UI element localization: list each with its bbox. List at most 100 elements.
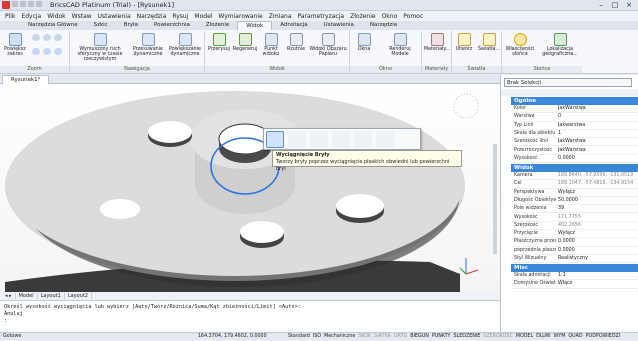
command-line[interactable]: Określ wysokość wyciągnięcia lub wybierz…: [0, 300, 500, 332]
panel-zoom: Powiększ zakres Zoom: [0, 31, 70, 73]
maximize-button[interactable]: □: [608, 0, 622, 10]
menu-item-parametryzacja[interactable]: Parametryzacja: [295, 13, 348, 20]
materials-button[interactable]: Materiały...: [423, 33, 451, 52]
redraw-button[interactable]: Przerysuj: [207, 33, 231, 52]
regen-button[interactable]: Regeneruj: [233, 33, 257, 52]
prop-row[interactable]: Skala adnotacji 1:1: [511, 272, 638, 281]
orbit-button[interactable]: Wymuszony ruch sferyczny w czasie rzeczy…: [72, 33, 128, 63]
prop-row[interactable]: Kolor JakWarstwa: [511, 105, 638, 114]
tab-bryla[interactable]: Bryła: [116, 21, 146, 30]
prop-row[interactable]: Przezroczystość JakWarstwa: [511, 147, 638, 155]
geo-location-button[interactable]: Lokalizacja geograficzna...: [540, 33, 580, 57]
panel-view-label: Widok: [205, 66, 349, 73]
save-icon[interactable]: [28, 1, 34, 7]
delete-icon[interactable]: [288, 131, 306, 148]
pan-button[interactable]: Przesuwanie dynamiczne: [130, 33, 166, 57]
prop-row[interactable]: Wysokość 0.0000: [511, 155, 638, 164]
prop-row[interactable]: Warstwa 0: [511, 113, 638, 122]
sun-properties-button[interactable]: Właściwości słońca: [503, 33, 537, 57]
prop-key: Warstwa: [514, 114, 535, 120]
orbit-label: Wymuszony ruch sferyczny w czasie rzeczy…: [77, 47, 123, 63]
prop-row[interactable]: Przycięcie Wyłącz: [511, 230, 638, 239]
prop-row[interactable]: Cel 189.1047, -57.4816, -134.9154: [511, 180, 638, 189]
tab-powierzchnia[interactable]: Powierzchnia: [146, 21, 198, 30]
menu-item-rysuj[interactable]: Rysuj: [169, 13, 191, 20]
menu-item-plik[interactable]: Plik: [2, 13, 18, 20]
tab-layout1[interactable]: Layout1: [38, 293, 65, 299]
create-light-button[interactable]: Utwórz: [453, 33, 475, 52]
viewports-icon: [289, 33, 303, 46]
prop-value: JakWarstwa: [558, 147, 586, 153]
prop-row[interactable]: Długość Obiektywu 50.0000: [511, 197, 638, 206]
title-bar: BricsCAD Platinum (Trial) - [Rysunek1] –…: [0, 0, 638, 11]
menu-item-zlozenie[interactable]: Złożenie: [347, 13, 379, 20]
properties-icon[interactable]: [376, 131, 394, 148]
command-prompt[interactable]: :: [4, 318, 496, 325]
windows-button[interactable]: Okna: [352, 33, 376, 52]
prop-row[interactable]: Domyślne OświetlenieWłącz: [511, 280, 638, 289]
tab-ustawienia[interactable]: Ustawienia: [316, 21, 362, 30]
zoom-extents-button[interactable]: Powiększ zakres: [2, 33, 28, 57]
open-icon[interactable]: [20, 1, 26, 7]
paper-views-button[interactable]: Widoki Obszaru Papieru: [309, 33, 347, 57]
prop-row[interactable]: Szerokość linii JakWarstwa: [511, 138, 638, 147]
nav-arrows[interactable]: ◂ ▸: [2, 293, 16, 299]
tab-zlozenie[interactable]: Złożenie: [198, 21, 237, 30]
tab-widok[interactable]: Widok: [237, 21, 273, 30]
document-tab[interactable]: Rysunek1*: [2, 75, 50, 84]
tab-model[interactable]: Model: [16, 293, 38, 299]
menu-item-ustawienia[interactable]: Ustawienia: [95, 13, 134, 20]
zoom-in-icon[interactable]: [32, 34, 40, 41]
zoom-previous-icon[interactable]: [32, 48, 40, 55]
tab-layout2[interactable]: Layout2: [65, 293, 92, 299]
view-navigator-icon[interactable]: [453, 93, 479, 119]
viewports-button[interactable]: Rzutnie: [285, 33, 307, 52]
new-icon[interactable]: [12, 1, 18, 7]
move-icon[interactable]: [310, 131, 328, 148]
menu-item-wstaw[interactable]: Wstaw: [69, 13, 95, 20]
vertical-scrollbar[interactable]: [493, 144, 497, 254]
tab-szkic[interactable]: Szkic: [86, 21, 116, 30]
section-misc[interactable]: Misc: [511, 264, 638, 272]
prop-row[interactable]: Styl Wizualny Realistyczny: [511, 255, 638, 264]
prop-row[interactable]: Kamera 189.8640, -57.9596, -131.0519: [511, 172, 638, 181]
zoom-all-icon[interactable]: [43, 48, 51, 55]
prop-row[interactable]: Perspektywa Wyłącz: [511, 189, 638, 197]
menu-item-narzedzia[interactable]: Narzędzia: [134, 13, 170, 20]
lights-button[interactable]: Światła...: [477, 33, 501, 52]
copy-icon[interactable]: [332, 131, 350, 148]
tab-adnotacja[interactable]: Adnotacja: [272, 21, 315, 30]
prop-row[interactable]: Skala dla obiektu 1: [511, 130, 638, 139]
minimize-button[interactable]: –: [594, 0, 608, 10]
menu-item-widok[interactable]: Widok: [44, 13, 68, 20]
tooltip-text: Tworzy bryły poprzez wyciągnięcie płaski…: [276, 159, 450, 172]
menu-item-edycja[interactable]: Edycja: [18, 13, 44, 20]
render-models-button[interactable]: Renderuj Modele: [380, 33, 420, 57]
prop-row[interactable]: Pole widzenia 39: [511, 205, 638, 214]
prop-row[interactable]: Typ Linii Jakwarstwa: [511, 122, 638, 130]
menu-item-pomoc[interactable]: Pomoc: [400, 13, 426, 20]
section-general[interactable]: Ogólne: [511, 97, 638, 105]
tab-narzedzia-glowne[interactable]: Narzędzia Główne: [20, 21, 86, 30]
undo-icon[interactable]: [36, 1, 42, 7]
prop-row[interactable]: poprzednia płaszczyzna0.0000: [511, 247, 638, 255]
zoom-window-icon[interactable]: [54, 34, 62, 41]
menu-item-wymiarowanie[interactable]: Wymiarowanie: [215, 13, 265, 20]
viewpoint-button[interactable]: Punkt widoku: [259, 33, 283, 57]
extrude-icon[interactable]: [266, 131, 284, 148]
prop-row[interactable]: Płaszczyzna przednia0.0000: [511, 238, 638, 247]
menu-item-zmiana[interactable]: Zmiana: [266, 13, 295, 20]
prop-row[interactable]: Szerokość 402.2656: [511, 222, 638, 231]
menu-item-okno[interactable]: Okno: [379, 13, 401, 20]
zoom-out-icon[interactable]: [43, 34, 51, 41]
tab-narzedzia[interactable]: Narzędzia: [362, 21, 405, 30]
dynamic-zoom-button[interactable]: Powiększanie dynamiczne: [167, 33, 203, 57]
prop-row[interactable]: Wysokość 171.7755: [511, 214, 638, 222]
zoom-selected-icon[interactable]: [54, 48, 62, 55]
section-view[interactable]: Widok: [511, 164, 638, 172]
map-icon[interactable]: [354, 131, 372, 148]
selection-dropdown[interactable]: Brak Selekcji: [504, 78, 632, 87]
close-button[interactable]: ×: [622, 0, 636, 10]
menu-item-model[interactable]: Model: [191, 13, 215, 20]
model-viewport[interactable]: [0, 84, 500, 292]
